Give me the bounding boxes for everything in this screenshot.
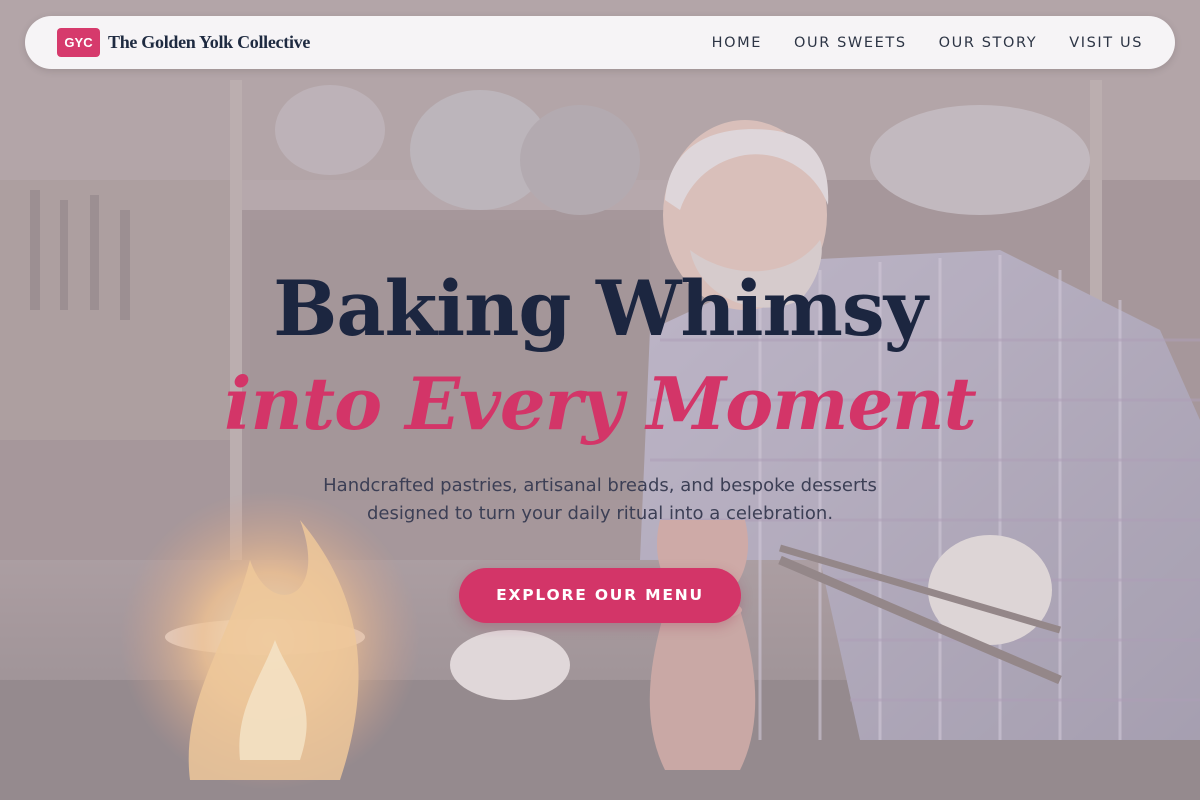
- nav-link-our-story[interactable]: OUR STORY: [939, 35, 1038, 51]
- nav-link-home[interactable]: HOME: [712, 35, 762, 51]
- hero-subtitle: Handcrafted pastries, artisanal breads, …: [250, 472, 950, 528]
- brand-logo[interactable]: GYC The Golden Yolk Collective: [57, 28, 310, 57]
- top-navbar: GYC The Golden Yolk Collective HOME OUR …: [25, 16, 1175, 69]
- hero-subtitle-line2: designed to turn your daily ritual into …: [366, 503, 834, 524]
- nav-links: HOME OUR SWEETS OUR STORY VISIT US: [712, 16, 1143, 69]
- hero-section: GYC The Golden Yolk Collective HOME OUR …: [0, 0, 1200, 800]
- hero-headline-line2: into Every Moment: [224, 361, 977, 446]
- nav-link-visit-us[interactable]: VISIT US: [1069, 35, 1143, 51]
- brand-name: The Golden Yolk Collective: [108, 32, 311, 52]
- nav-link-our-sweets[interactable]: OUR SWEETS: [794, 35, 907, 51]
- explore-menu-button[interactable]: EXPLORE OUR MENU: [459, 568, 741, 623]
- brand-badge: GYC: [57, 28, 100, 57]
- hero-headline-line1: Baking Whimsy: [273, 264, 928, 353]
- hero-subtitle-line1: Handcrafted pastries, artisanal breads, …: [323, 475, 877, 496]
